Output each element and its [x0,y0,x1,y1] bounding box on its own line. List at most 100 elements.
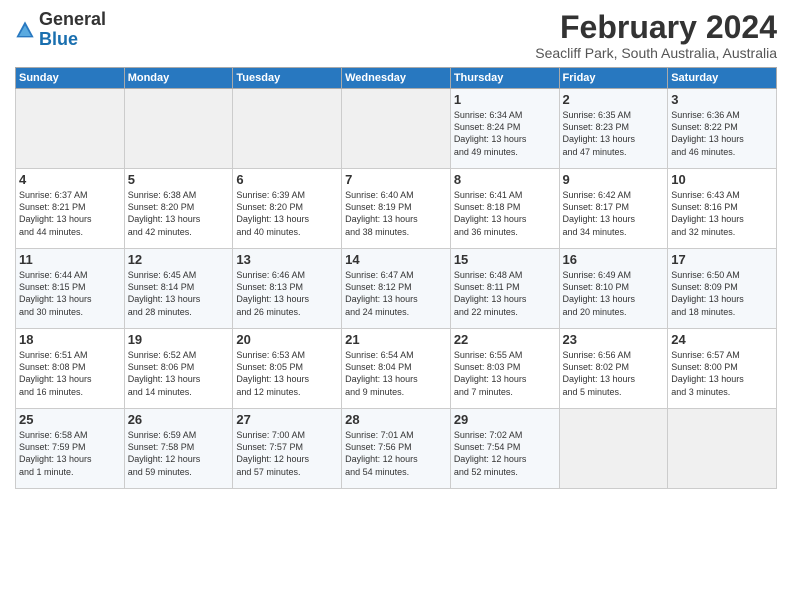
calendar-cell [668,409,777,489]
calendar-cell: 6Sunrise: 6:39 AMSunset: 8:20 PMDaylight… [233,169,342,249]
cell-content: Sunrise: 6:46 AMSunset: 8:13 PMDaylight:… [236,269,338,318]
calendar-header: SundayMondayTuesdayWednesdayThursdayFrid… [16,68,777,89]
day-number: 29 [454,412,556,427]
cell-content: Sunrise: 6:45 AMSunset: 8:14 PMDaylight:… [128,269,230,318]
calendar-cell: 14Sunrise: 6:47 AMSunset: 8:12 PMDayligh… [342,249,451,329]
cell-content: Sunrise: 6:48 AMSunset: 8:11 PMDaylight:… [454,269,556,318]
cell-content: Sunrise: 6:53 AMSunset: 8:05 PMDaylight:… [236,349,338,398]
location-subtitle: Seacliff Park, South Australia, Australi… [535,45,777,61]
day-number: 6 [236,172,338,187]
calendar-cell: 15 Sunrise: 6:48 AMSunset: 8:11 PMDayligh… [450,249,559,329]
day-number: 27 [236,412,338,427]
cell-content: Sunrise: 6:49 AMSunset: 8:10 PMDaylight:… [563,269,665,318]
day-number: 10 [671,172,773,187]
day-number: 16 [563,252,665,267]
calendar-cell: 11Sunrise: 6:44 AMSunset: 8:15 PMDayligh… [16,249,125,329]
calendar-cell: 28Sunrise: 7:01 AMSunset: 7:56 PMDayligh… [342,409,451,489]
header-cell-tuesday: Tuesday [233,68,342,89]
day-number: 7 [345,172,447,187]
day-number: 3 [671,92,773,107]
day-number: 5 [128,172,230,187]
calendar-cell: 5Sunrise: 6:38 AMSunset: 8:20 PMDaylight… [124,169,233,249]
day-number: 13 [236,252,338,267]
day-number: 15 [454,252,556,267]
header-cell-saturday: Saturday [668,68,777,89]
calendar-cell [16,89,125,169]
logo-general-text: General [39,9,106,29]
day-number: 8 [454,172,556,187]
calendar-cell: 16 Sunrise: 6:49 AMSunset: 8:10 PMDayligh… [559,249,668,329]
calendar-cell [233,89,342,169]
cell-content: Sunrise: 6:58 AMSunset: 7:59 PMDaylight:… [19,429,121,478]
week-row-2: 11Sunrise: 6:44 AMSunset: 8:15 PMDayligh… [16,249,777,329]
calendar-cell [342,89,451,169]
calendar-table: SundayMondayTuesdayWednesdayThursdayFrid… [15,67,777,489]
header-cell-monday: Monday [124,68,233,89]
day-number: 21 [345,332,447,347]
calendar-cell: 4 Sunrise: 6:37 AMSunset: 8:21 PMDaylight… [16,169,125,249]
header: General Blue February 2024 Seacliff Park… [15,10,777,61]
cell-content: Sunrise: 6:59 AMSunset: 7:58 PMDaylight:… [128,429,230,478]
calendar-cell: 17Sunrise: 6:50 AMSunset: 8:09 PMDayligh… [668,249,777,329]
cell-content: Sunrise: 6:36 AMSunset: 8:22 PMDaylight:… [671,109,773,158]
calendar-cell [124,89,233,169]
header-cell-wednesday: Wednesday [342,68,451,89]
header-cell-sunday: Sunday [16,68,125,89]
header-cell-thursday: Thursday [450,68,559,89]
cell-content: Sunrise: 6:35 AMSunset: 8:23 PMDaylight:… [563,109,665,158]
header-cell-friday: Friday [559,68,668,89]
calendar-cell: 21Sunrise: 6:54 AMSunset: 8:04 PMDayligh… [342,329,451,409]
day-number: 25 [19,412,121,427]
day-number: 18 [19,332,121,347]
calendar-cell: 7 Sunrise: 6:40 AMSunset: 8:19 PMDaylight… [342,169,451,249]
calendar-cell [559,409,668,489]
calendar-cell: 20 Sunrise: 6:53 AMSunset: 8:05 PMDayligh… [233,329,342,409]
cell-content: Sunrise: 6:55 AMSunset: 8:03 PMDaylight:… [454,349,556,398]
cell-content: Sunrise: 6:37 AMSunset: 8:21 PMDaylight:… [19,189,121,238]
calendar-cell: 10 Sunrise: 6:43 AMSunset: 8:16 PMDayligh… [668,169,777,249]
logo: General Blue [15,10,106,50]
day-number: 28 [345,412,447,427]
day-number: 1 [454,92,556,107]
logo-blue-text: Blue [39,29,78,49]
week-row-4: 25 Sunrise: 6:58 AMSunset: 7:59 PMDayligh… [16,409,777,489]
calendar-cell: 2Sunrise: 6:35 AMSunset: 8:23 PMDaylight… [559,89,668,169]
calendar-cell: 24Sunrise: 6:57 AMSunset: 8:00 PMDayligh… [668,329,777,409]
cell-content: Sunrise: 7:00 AMSunset: 7:57 PMDaylight:… [236,429,338,478]
cell-content: Sunrise: 6:40 AMSunset: 8:19 PMDaylight:… [345,189,447,238]
title-block: February 2024 Seacliff Park, South Austr… [535,10,777,61]
page-container: General Blue February 2024 Seacliff Park… [0,0,792,494]
calendar-cell: 25 Sunrise: 6:58 AMSunset: 7:59 PMDayligh… [16,409,125,489]
calendar-cell: 27 Sunrise: 7:00 AMSunset: 7:57 PMDayligh… [233,409,342,489]
calendar-cell: 1Sunrise: 6:34 AMSunset: 8:24 PMDaylight… [450,89,559,169]
calendar-cell: 19 Sunrise: 6:52 AMSunset: 8:06 PMDayligh… [124,329,233,409]
day-number: 26 [128,412,230,427]
calendar-cell: 22 Sunrise: 6:55 AMSunset: 8:03 PMDayligh… [450,329,559,409]
cell-content: Sunrise: 7:02 AMSunset: 7:54 PMDaylight:… [454,429,556,478]
calendar-cell: 26 Sunrise: 6:59 AMSunset: 7:58 PMDayligh… [124,409,233,489]
calendar-cell: 23Sunrise: 6:56 AMSunset: 8:02 PMDayligh… [559,329,668,409]
day-number: 19 [128,332,230,347]
month-year-title: February 2024 [535,10,777,45]
week-row-0: 1Sunrise: 6:34 AMSunset: 8:24 PMDaylight… [16,89,777,169]
day-number: 12 [128,252,230,267]
calendar-cell: 29 Sunrise: 7:02 AMSunset: 7:54 PMDayligh… [450,409,559,489]
day-number: 24 [671,332,773,347]
day-number: 9 [563,172,665,187]
cell-content: Sunrise: 6:44 AMSunset: 8:15 PMDaylight:… [19,269,121,318]
calendar-cell: 9 Sunrise: 6:42 AMSunset: 8:17 PMDaylight… [559,169,668,249]
week-row-1: 4 Sunrise: 6:37 AMSunset: 8:21 PMDaylight… [16,169,777,249]
calendar-cell: 13 Sunrise: 6:46 AMSunset: 8:13 PMDayligh… [233,249,342,329]
day-number: 4 [19,172,121,187]
cell-content: Sunrise: 6:43 AMSunset: 8:16 PMDaylight:… [671,189,773,238]
cell-content: Sunrise: 6:52 AMSunset: 8:06 PMDaylight:… [128,349,230,398]
header-row: SundayMondayTuesdayWednesdayThursdayFrid… [16,68,777,89]
day-number: 20 [236,332,338,347]
calendar-cell: 12 Sunrise: 6:45 AMSunset: 8:14 PMDayligh… [124,249,233,329]
calendar-cell: 18Sunrise: 6:51 AMSunset: 8:08 PMDayligh… [16,329,125,409]
logo-icon [15,20,35,40]
cell-content: Sunrise: 6:50 AMSunset: 8:09 PMDaylight:… [671,269,773,318]
cell-content: Sunrise: 6:42 AMSunset: 8:17 PMDaylight:… [563,189,665,238]
day-number: 22 [454,332,556,347]
week-row-3: 18Sunrise: 6:51 AMSunset: 8:08 PMDayligh… [16,329,777,409]
